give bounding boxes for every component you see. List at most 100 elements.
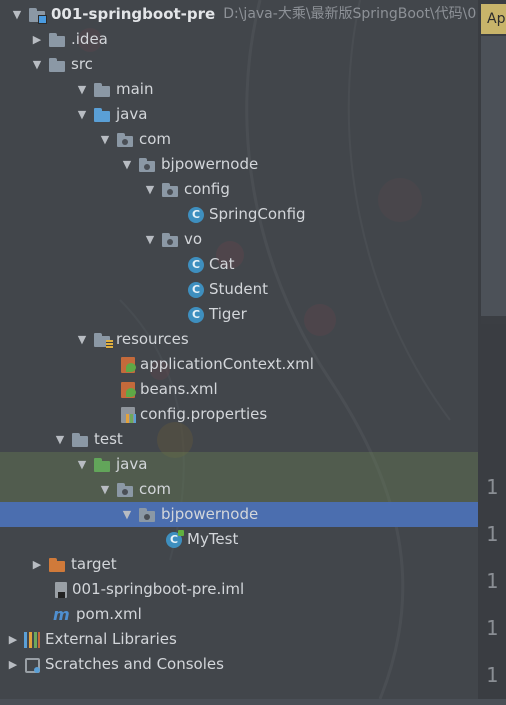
tree-node-label: Cat: [209, 255, 235, 273]
tree-node-iml[interactable]: 001-springboot-pre.iml: [0, 577, 478, 602]
spring-xml-icon: [121, 356, 136, 373]
tree-node-tiger[interactable]: C Tiger: [0, 302, 478, 327]
collapse-arrow-icon[interactable]: ▶: [30, 27, 44, 52]
line-number: 1: [486, 475, 499, 499]
tree-node-label: applicationContext.xml: [140, 355, 314, 373]
tree-node-com-main[interactable]: ▼ com: [0, 127, 478, 152]
iml-file-icon: [55, 581, 67, 598]
tree-node-student[interactable]: C Student: [0, 277, 478, 302]
tree-node-label: vo: [184, 230, 203, 248]
tree-node-resources[interactable]: ▼ resources: [0, 327, 478, 352]
tree-node-java-test[interactable]: ▼ java: [0, 452, 478, 477]
tree-node-label: SpringConfig: [209, 205, 306, 223]
expand-arrow-icon[interactable]: ▼: [143, 227, 157, 252]
tree-node-label: 001-springboot-pre.iml: [72, 580, 245, 598]
module-folder-icon: [28, 7, 47, 24]
package-icon: [138, 157, 156, 173]
tree-node-external-libraries[interactable]: ▶ External Libraries: [0, 627, 478, 652]
expand-arrow-icon[interactable]: ▼: [120, 502, 134, 527]
tree-node-test[interactable]: ▼ test: [0, 427, 478, 452]
expand-arrow-icon[interactable]: ▼: [143, 177, 157, 202]
tree-node-label: com: [139, 480, 172, 498]
tree-node-idea[interactable]: ▶ .idea: [0, 27, 478, 52]
tree-node-label: Student: [209, 280, 269, 298]
tree-node-label: Tiger: [209, 305, 247, 323]
tree-node-label: External Libraries: [45, 630, 177, 648]
expand-arrow-icon[interactable]: ▼: [75, 327, 89, 352]
tree-node-label: config.properties: [140, 405, 268, 423]
libraries-icon: [24, 631, 40, 648]
expand-arrow-icon[interactable]: ▼: [30, 52, 44, 77]
tree-node-bjpowernode-test[interactable]: ▼ bjpowernode: [0, 502, 478, 527]
expand-arrow-icon[interactable]: ▼: [53, 427, 67, 452]
tree-node-label: bjpowernode: [161, 505, 259, 523]
tree-node-label: Scratches and Consoles: [45, 655, 224, 673]
tree-node-label: target: [71, 555, 117, 573]
tree-node-cat[interactable]: C Cat: [0, 252, 478, 277]
tree-node-label: java: [116, 105, 148, 123]
test-class-icon: C: [166, 529, 184, 548]
source-folder-icon: [93, 107, 111, 123]
package-icon: [138, 507, 156, 523]
project-path: D:\java-大乘\最新版SpringBoot\代码\0: [223, 6, 477, 22]
expand-arrow-icon[interactable]: ▼: [75, 102, 89, 127]
line-number: 1: [486, 663, 499, 687]
tree-node-mytest[interactable]: C MyTest: [0, 527, 478, 552]
tree-node-label: pom.xml: [76, 605, 142, 623]
collapse-arrow-icon[interactable]: ▶: [6, 627, 20, 652]
line-number: 1: [486, 522, 499, 546]
folder-icon: [48, 57, 66, 73]
tree-node-label: com: [139, 130, 172, 148]
tree-node-config-properties[interactable]: config.properties: [0, 402, 478, 427]
collapse-arrow-icon[interactable]: ▶: [6, 652, 20, 677]
tree-node-label: resources: [116, 330, 189, 348]
spring-xml-icon: [121, 381, 136, 398]
test-source-folder-icon: [93, 457, 111, 473]
collapse-arrow-icon[interactable]: ▶: [30, 552, 44, 577]
package-icon: [161, 232, 179, 248]
tree-node-label: src: [71, 55, 93, 73]
expand-arrow-icon[interactable]: ▼: [120, 152, 134, 177]
tree-node-com-test[interactable]: ▼ com: [0, 477, 478, 502]
expand-arrow-icon[interactable]: ▼: [75, 77, 89, 102]
tree-node-project-root[interactable]: ▼ 001-springboot-pre D:\java-大乘\最新版Sprin…: [0, 2, 478, 27]
tree-node-java-main[interactable]: ▼ java: [0, 102, 478, 127]
tree-node-label: beans.xml: [140, 380, 218, 398]
tree-node-scratches[interactable]: ▶ Scratches and Consoles: [0, 652, 478, 677]
resources-folder-icon: [93, 332, 113, 349]
tree-node-config[interactable]: ▼ config: [0, 177, 478, 202]
tree-node-src[interactable]: ▼ src: [0, 52, 478, 77]
editor-tab[interactable]: Ap: [481, 4, 506, 34]
package-icon: [116, 482, 134, 498]
line-numbers: 1 1 1 1 1: [486, 470, 498, 705]
line-number: 1: [486, 616, 499, 640]
expand-arrow-icon[interactable]: ▼: [10, 2, 24, 27]
tree-node-label: main: [116, 80, 154, 98]
project-name: 001-springboot-pre: [51, 5, 216, 23]
tree-node-applicationcontext-xml[interactable]: applicationContext.xml: [0, 352, 478, 377]
tree-node-label: config: [184, 180, 230, 198]
tree-node-pom[interactable]: m pom.xml: [0, 602, 478, 627]
tree-node-bjpowernode-main[interactable]: ▼ bjpowernode: [0, 152, 478, 177]
java-class-icon: C: [188, 206, 204, 223]
tree-node-target[interactable]: ▶ target: [0, 552, 478, 577]
java-class-icon: C: [188, 281, 204, 298]
tree-node-springconfig[interactable]: C SpringConfig: [0, 202, 478, 227]
scratches-icon: [24, 657, 40, 673]
tree-node-main[interactable]: ▼ main: [0, 77, 478, 102]
tree-node-beans-xml[interactable]: beans.xml: [0, 377, 478, 402]
expand-arrow-icon[interactable]: ▼: [98, 477, 112, 502]
folder-icon: [48, 32, 66, 48]
tree-node-vo[interactable]: ▼ vo: [0, 227, 478, 252]
properties-file-icon: [121, 406, 136, 423]
editor-divider: [481, 316, 506, 324]
tree-node-label: test: [94, 430, 123, 448]
expand-arrow-icon[interactable]: ▼: [98, 127, 112, 152]
project-tree: ▼ 001-springboot-pre D:\java-大乘\最新版Sprin…: [0, 2, 478, 677]
expand-arrow-icon[interactable]: ▼: [75, 452, 89, 477]
tree-node-label: .idea: [71, 30, 108, 48]
tree-node-label: java: [116, 455, 148, 473]
editor-area: [481, 36, 506, 316]
package-icon: [161, 182, 179, 198]
package-icon: [116, 132, 134, 148]
